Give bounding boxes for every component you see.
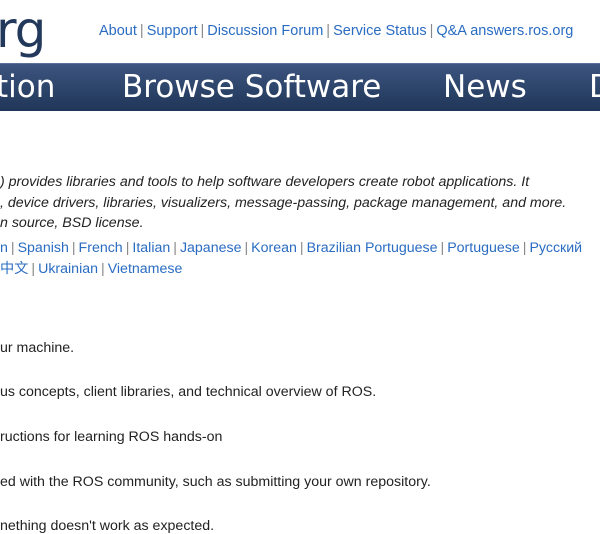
language-link-brazilian-portuguese[interactable]: Brazilian Portuguese: [307, 240, 438, 256]
intro-line: ) provides libraries and tools to help s…: [0, 174, 530, 190]
language-row: 中文 | Ukrainian | Vietnamese: [0, 259, 582, 280]
separator: |: [200, 23, 205, 39]
language-link-ukrainian[interactable]: Ukrainian: [38, 261, 98, 277]
service-status-link[interactable]: Service Status: [333, 23, 427, 39]
top-links: About | Support | Discussion Forum | Service S…: [99, 23, 573, 39]
separator: |: [139, 23, 144, 39]
section-tutorials-text: ructions for learning ROS hands-on: [0, 429, 223, 445]
nav-item-browse-software[interactable]: Browse Software: [122, 64, 381, 111]
separator: |: [173, 240, 177, 256]
nav-item-installation[interactable]: tion: [0, 64, 55, 111]
ros-logo-text[interactable]: rg: [0, 0, 46, 60]
section-install-text: ur machine.: [0, 340, 75, 356]
separator: |: [429, 23, 434, 39]
language-link-french[interactable]: French: [79, 240, 123, 256]
language-link-spanish[interactable]: Spanish: [18, 240, 69, 256]
nav-item-documentation[interactable]: D: [589, 64, 600, 111]
separator: |: [125, 240, 130, 256]
language-link-vietnamese[interactable]: Vietnamese: [108, 261, 183, 277]
separator: |: [101, 260, 105, 277]
separator: |: [10, 240, 15, 256]
language-links: n | Spanish | French | Italian | Japanese | Korean…: [0, 238, 582, 279]
qa-answers-link[interactable]: Q&A answers.ros.org: [436, 23, 573, 39]
intro-line: n source, BSD license.: [0, 215, 144, 231]
separator: |: [299, 240, 304, 256]
language-row: n | Spanish | French | Italian | Japanese | Korean…: [0, 238, 582, 259]
nav-item-news[interactable]: News: [443, 64, 527, 111]
section-concepts-text: us concepts, client libraries, and techn…: [0, 384, 377, 400]
language-link-russian[interactable]: Русский: [529, 240, 582, 256]
intro-paragraph: ) provides libraries and tools to help s…: [0, 172, 600, 234]
discussion-forum-link[interactable]: Discussion Forum: [207, 23, 323, 39]
language-link-chinese[interactable]: 中文: [0, 261, 28, 277]
language-link-german[interactable]: n: [0, 240, 8, 256]
separator: |: [326, 23, 331, 39]
language-link-portuguese[interactable]: Portuguese: [447, 240, 520, 256]
separator: |: [71, 240, 76, 256]
about-link[interactable]: About: [99, 23, 137, 39]
section-contributing-text: ed with the ROS community, such as submi…: [0, 474, 431, 490]
separator: |: [244, 240, 249, 256]
separator: |: [31, 260, 36, 277]
support-link[interactable]: Support: [147, 23, 198, 39]
language-link-japanese[interactable]: Japanese: [180, 240, 242, 256]
separator: |: [440, 240, 445, 256]
language-link-korean[interactable]: Korean: [251, 240, 297, 256]
language-link-italian[interactable]: Italian: [132, 240, 170, 256]
main-nav-bar: tion Browse Software News D: [0, 63, 600, 111]
intro-line: , device drivers, libraries, visualizers…: [0, 194, 567, 211]
